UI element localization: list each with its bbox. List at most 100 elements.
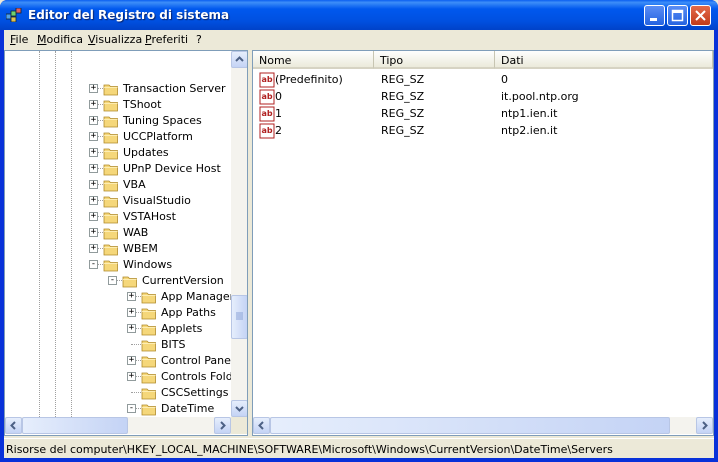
tree-item-label: CurrentVersion — [142, 274, 224, 287]
scroll-left-button[interactable] — [5, 417, 22, 434]
tree-item[interactable]: - DateTime — [5, 401, 231, 417]
cell-data: ntp2.ien.it — [501, 124, 558, 137]
close-button[interactable] — [690, 5, 711, 26]
tree-item[interactable]: - CurrentVersion — [5, 273, 231, 289]
window-title: Editor del Registro di sistema — [28, 8, 230, 22]
list-item[interactable]: ab 2 REG_SZ ntp2.ien.it — [253, 122, 711, 139]
tree-horizontal-scrollbar[interactable] — [5, 417, 231, 434]
folder-icon — [103, 132, 118, 144]
string-value-icon: ab — [259, 123, 275, 139]
expand-icon[interactable]: + — [89, 116, 98, 125]
expand-icon[interactable]: + — [89, 100, 98, 109]
folder-icon — [141, 340, 156, 352]
expand-icon[interactable]: + — [89, 228, 98, 237]
tree-item[interactable]: CSCSettings — [5, 385, 231, 401]
string-value-icon: ab — [259, 106, 275, 122]
hscroll-thumb[interactable] — [22, 417, 128, 434]
expand-icon[interactable]: + — [89, 164, 98, 173]
tree-item[interactable]: + Tuning Spaces — [5, 113, 231, 129]
menu-modifica[interactable]: Modifica — [37, 33, 83, 46]
tree-item[interactable]: + WBEM — [5, 241, 231, 257]
cell-name: 0 — [275, 90, 282, 103]
arrow-up-icon — [235, 56, 244, 62]
tree-item[interactable]: + UPnP Device Host — [5, 161, 231, 177]
expand-icon[interactable]: + — [89, 132, 98, 141]
list-scroll-left-button[interactable] — [253, 417, 270, 434]
folder-icon — [103, 212, 118, 224]
tree-item[interactable]: + WAB — [5, 225, 231, 241]
collapse-icon[interactable]: - — [108, 276, 117, 285]
expand-icon[interactable]: + — [89, 196, 98, 205]
menu-help[interactable]: ? — [196, 33, 202, 46]
svg-text:ab: ab — [262, 109, 273, 118]
tree-item-label: VSTAHost — [123, 210, 176, 223]
tree-item[interactable]: + Control Panel — [5, 353, 234, 369]
tree-item[interactable]: + Transaction Server — [5, 81, 231, 97]
list-horizontal-scrollbar[interactable] — [253, 417, 713, 434]
collapse-icon[interactable]: - — [89, 260, 98, 269]
string-value-icon: ab — [259, 89, 275, 105]
expand-icon[interactable]: + — [89, 84, 98, 93]
tree-item[interactable]: + App Paths — [5, 305, 231, 321]
scroll-thumb[interactable] — [231, 295, 247, 339]
scroll-up-button[interactable] — [231, 51, 247, 68]
status-path: Risorse del computer\HKEY_LOCAL_MACHINE\… — [6, 443, 613, 456]
expand-icon[interactable]: + — [127, 356, 136, 365]
scroll-right-button[interactable] — [214, 417, 231, 434]
expand-icon[interactable]: + — [127, 324, 136, 333]
menu-file[interactable]: File — [10, 33, 28, 46]
folder-icon — [103, 100, 118, 112]
expand-icon[interactable]: + — [89, 244, 98, 253]
menu-preferiti[interactable]: Preferiti — [145, 33, 188, 46]
tree-item-label: BITS — [161, 338, 186, 351]
tree-item-label: DateTime — [161, 402, 215, 415]
close-icon — [695, 10, 706, 21]
expand-icon[interactable]: + — [127, 292, 136, 301]
expand-icon[interactable]: + — [89, 180, 98, 189]
column-header-nome[interactable]: Nome — [253, 51, 374, 69]
folder-icon — [141, 388, 156, 400]
expand-icon[interactable]: + — [127, 308, 136, 317]
tree-item[interactable]: + VSTAHost — [5, 209, 231, 225]
collapse-icon[interactable]: - — [127, 404, 136, 413]
expand-icon[interactable]: + — [89, 148, 98, 157]
list-scroll-right-button[interactable] — [696, 417, 713, 434]
column-header-tipo[interactable]: Tipo — [374, 51, 495, 69]
folder-icon — [103, 260, 118, 272]
cell-data: ntp1.ien.it — [501, 107, 558, 120]
maximize-button[interactable] — [667, 5, 688, 26]
registry-tree[interactable]: + Transaction Server + TShoot + Tuning Spaces… — [4, 50, 248, 436]
list-item[interactable]: ab 1 REG_SZ ntp1.ien.it — [253, 105, 711, 122]
tree-item[interactable]: + Controls Folde — [5, 369, 239, 385]
values-list[interactable]: Nome Tipo Dati ab (Predefinito) REG_SZ 0 ab 0… — [252, 50, 714, 436]
folder-icon — [103, 180, 118, 192]
title-bar[interactable]: Editor del Registro di sistema — [0, 0, 718, 30]
minimize-button[interactable] — [644, 5, 665, 26]
expand-icon[interactable]: + — [127, 372, 136, 381]
scroll-down-button[interactable] — [231, 400, 247, 417]
cell-data: 0 — [501, 73, 508, 86]
cell-type: REG_SZ — [381, 107, 425, 120]
tree-item[interactable]: + UCCPlatform — [5, 129, 231, 145]
list-hscroll-thumb[interactable] — [270, 417, 670, 434]
cell-type: REG_SZ — [381, 124, 425, 137]
list-item[interactable]: ab (Predefinito) REG_SZ 0 — [253, 71, 711, 88]
tree-item[interactable]: BITS — [5, 337, 231, 353]
folder-icon — [141, 324, 156, 336]
tree-item[interactable]: + VisualStudio — [5, 193, 231, 209]
tree-vertical-scrollbar[interactable] — [231, 51, 247, 417]
tree-item[interactable]: + Applets — [5, 321, 231, 337]
tree-item[interactable]: + App Managem — [5, 289, 240, 305]
tree-item-label: Control Panel — [161, 354, 234, 367]
tree-item[interactable]: + VBA — [5, 177, 231, 193]
column-header-dati[interactable]: Dati — [495, 51, 713, 69]
expand-icon[interactable]: + — [89, 212, 98, 221]
tree-item-label: Applets — [161, 322, 203, 335]
menu-visualizza[interactable]: Visualizza — [88, 33, 142, 46]
tree-item[interactable]: + TShoot — [5, 97, 231, 113]
tree-item[interactable]: + Updates — [5, 145, 231, 161]
tree-item-label: VBA — [123, 178, 146, 191]
arrow-right-icon — [220, 421, 226, 430]
list-item[interactable]: ab 0 REG_SZ it.pool.ntp.org — [253, 88, 711, 105]
tree-item[interactable]: - Windows — [5, 257, 231, 273]
